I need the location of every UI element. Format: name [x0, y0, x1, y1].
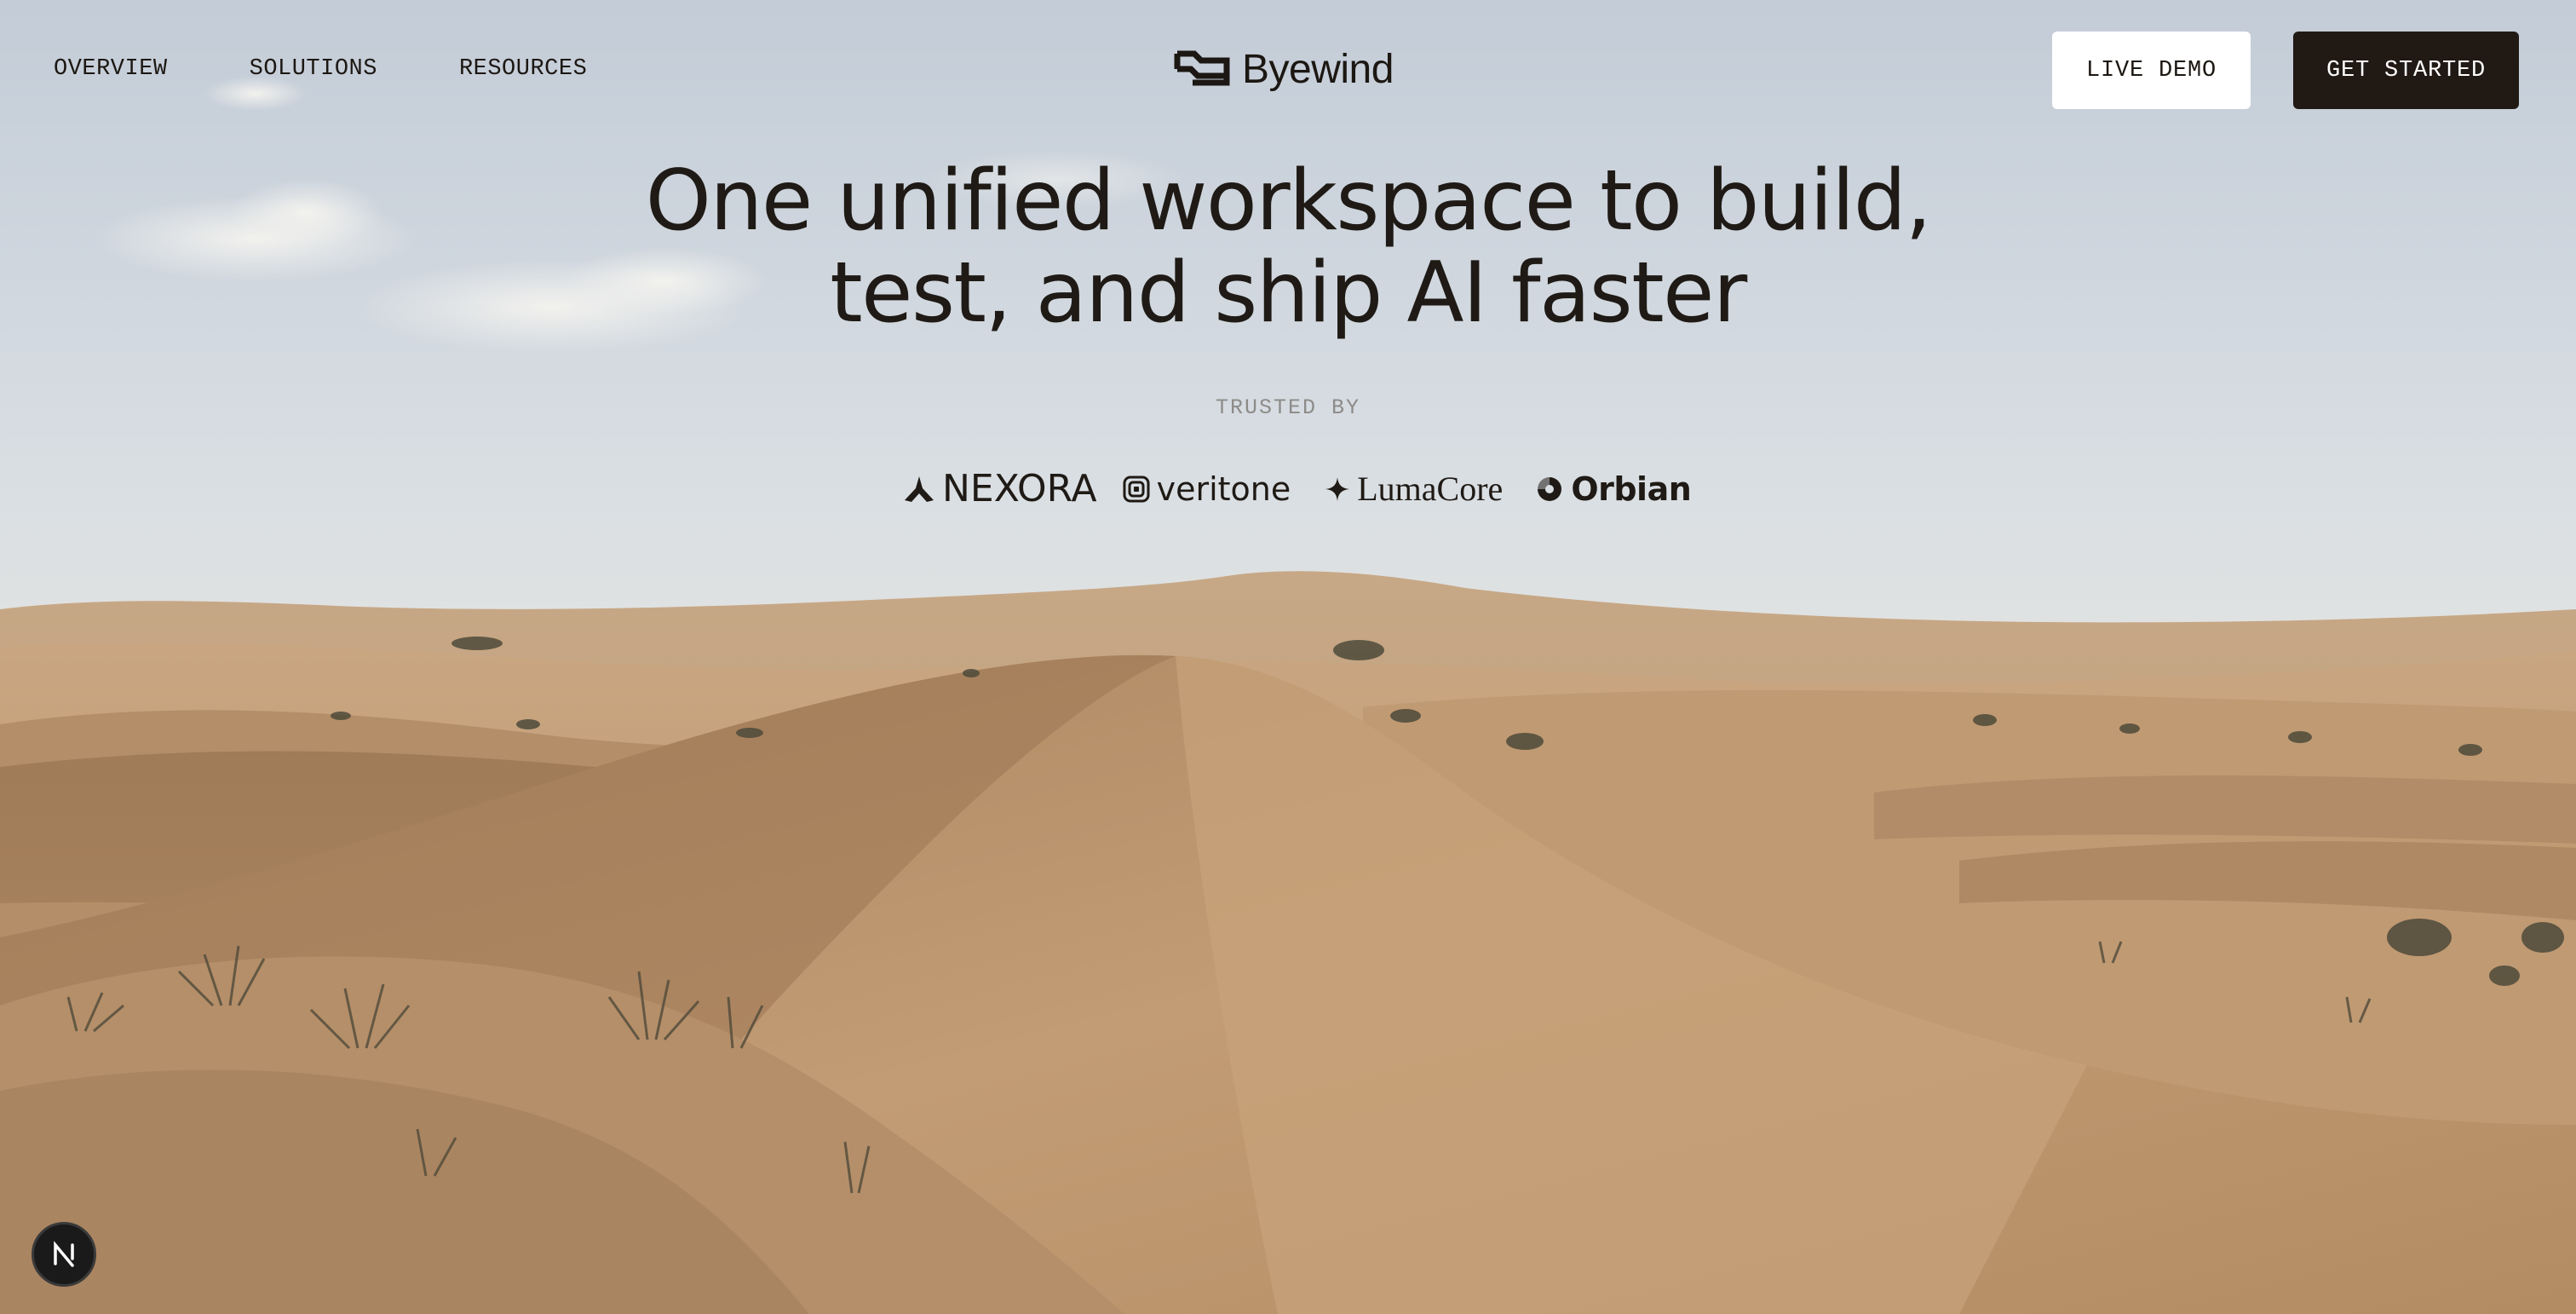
hero-title-line-2: test, and ship AI faster: [830, 245, 1747, 342]
trusted-by-label: TRUSTED BY: [1215, 395, 1361, 420]
lumacore-star-icon: [1325, 476, 1350, 501]
live-demo-button[interactable]: LIVE DEMO: [2052, 32, 2251, 109]
veritone-mark-icon: [1123, 475, 1150, 502]
orbian-swirl-icon: [1538, 476, 1562, 501]
nav-solutions-link[interactable]: SOLUTIONS: [250, 56, 377, 82]
veritone-logo: veritone: [1123, 470, 1291, 508]
nexora-logo-text: NEXORA: [942, 467, 1097, 510]
orbian-logo: Orbian: [1535, 470, 1692, 508]
veritone-logo-text: veritone: [1156, 470, 1291, 508]
nexora-mark-icon: [905, 475, 934, 502]
orbian-logo-text: Orbian: [1571, 470, 1692, 508]
brand-name: Byewind: [1242, 47, 1394, 92]
primary-nav: OVERVIEW SOLUTIONS RESOURCES: [54, 56, 587, 82]
landing-page: OVERVIEW SOLUTIONS RESOURCES Byewind LIV…: [0, 0, 2576, 1314]
get-started-button[interactable]: GET STARTED: [2293, 32, 2519, 109]
brand-logo[interactable]: Byewind: [1174, 46, 1394, 93]
hero-title: One unified workspace to build, test, an…: [0, 155, 2576, 339]
nexora-logo: NEXORA: [903, 467, 1097, 510]
nav-resources-link[interactable]: RESOURCES: [459, 56, 587, 82]
lumacore-logo: LumaCore: [1325, 469, 1503, 509]
lumacore-logo-text: LumaCore: [1357, 470, 1504, 508]
dev-tools-badge-button[interactable]: [32, 1222, 96, 1287]
customer-logos: NEXORA veritone LumaCore Orbian: [903, 467, 1692, 510]
byewind-logo-icon: [1174, 50, 1230, 85]
n-logo-icon: [54, 1241, 74, 1267]
hero-title-line-1: One unified workspace to build,: [645, 153, 1932, 250]
nav-overview-link[interactable]: OVERVIEW: [54, 56, 168, 82]
